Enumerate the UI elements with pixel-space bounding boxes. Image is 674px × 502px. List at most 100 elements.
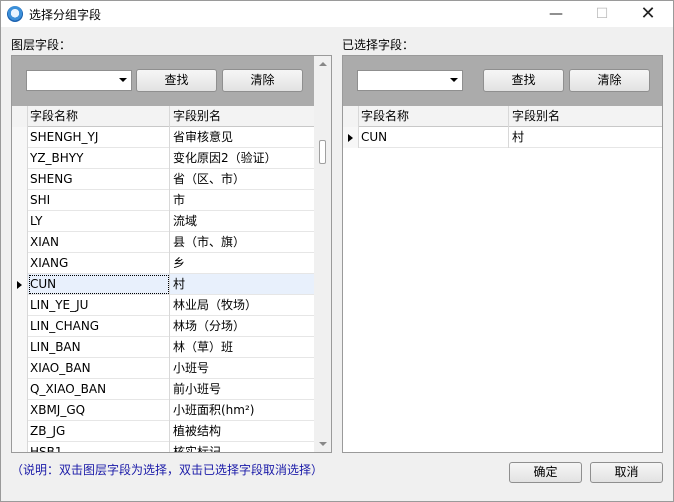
left-table-row[interactable]: SHENGH_YJ 省审核意见 [12,127,314,148]
cell-field-alias[interactable]: 流域 [170,211,314,232]
dialog-window: 选择分组字段 — ☐ ✕ 图层字段： 查找 清除 字段名称 字段别名 SHENGH_… [0,0,674,502]
layer-fields-label: 图层字段： [11,38,72,52]
column-header-field-name: 字段名称 [28,106,170,127]
row-selector[interactable] [12,106,28,127]
current-row-arrow-icon [17,281,22,289]
cell-field-alias[interactable]: 变化原因2（验证） [170,148,314,169]
title-bar: 选择分组字段 — ☐ ✕ [1,1,673,27]
row-selector[interactable] [12,253,28,274]
cell-field-name[interactable]: YZ_BHYY [28,148,170,169]
column-header-field-alias: 字段别名 [512,109,561,123]
cell-field-name[interactable]: HSB1 [28,442,170,452]
row-selector[interactable] [12,190,28,211]
cell-field-name[interactable]: Q_XIAO_BAN [28,379,170,400]
left-table-row[interactable]: XIAN 县（市、旗） [12,232,314,253]
layer-fields-panel: 查找 清除 字段名称 字段别名 SHENGH_YJ 省审核意见 YZ_BHYY 变化原因2… [11,55,332,453]
cell-field-alias[interactable]: 林场（分场） [170,316,314,337]
row-selector[interactable] [343,127,359,148]
row-selector[interactable] [343,106,359,127]
selected-fields-grid[interactable]: 字段名称 字段别名 CUN 村 [343,106,662,452]
cell-field-name[interactable]: XIAN [28,232,170,253]
cell-field-name[interactable]: LIN_YE_JU [28,295,170,316]
left-table-row[interactable]: XIAO_BAN 小班号 [12,358,314,379]
globe-icon [7,6,23,22]
cell-field-name[interactable]: LIN_CHANG [28,316,170,337]
left-field-combo[interactable] [26,70,132,91]
row-selector[interactable] [12,295,28,316]
left-table-row[interactable]: YZ_BHYY 变化原因2（验证） [12,148,314,169]
selected-fields-panel: 查找 清除 字段名称 字段别名 CUN 村 [342,55,663,453]
left-table-row[interactable]: HSB1 核实标记 [12,442,314,452]
row-selector[interactable] [12,379,28,400]
left-table-row[interactable]: Q_XIAO_BAN 前小班号 [12,379,314,400]
cell-field-alias[interactable]: 省审核意见 [170,127,314,148]
ok-button[interactable]: 确定 [509,462,582,483]
right-find-button[interactable]: 查找 [483,69,564,92]
left-table-row[interactable]: LIN_YE_JU 林业局（牧场） [12,295,314,316]
left-table-row[interactable]: CUN 村 [12,274,314,295]
scroll-up-icon[interactable] [319,62,327,66]
cell-field-name[interactable]: ZB_JG [28,421,170,442]
cell-field-alias[interactable]: 植被结构 [170,421,314,442]
right-field-combo[interactable] [357,70,463,91]
cell-field-alias[interactable]: 市 [170,190,314,211]
current-row-arrow-icon [348,134,353,142]
left-table-row[interactable]: ZB_JG 植被结构 [12,421,314,442]
right-clear-button[interactable]: 清除 [569,69,650,92]
row-selector[interactable] [12,148,28,169]
left-table-row[interactable]: SHENG 省（区、市） [12,169,314,190]
row-selector[interactable] [12,421,28,442]
cell-field-name[interactable]: SHI [28,190,170,211]
row-selector[interactable] [12,232,28,253]
cell-field-name[interactable]: XIAO_BAN [28,358,170,379]
cell-field-name[interactable]: SHENG [28,169,170,190]
row-selector[interactable] [12,337,28,358]
row-selector[interactable] [12,358,28,379]
row-selector[interactable] [12,316,28,337]
right-toolbar: 查找 清除 [343,56,662,106]
minimize-button[interactable]: — [533,1,579,27]
cell-field-alias[interactable]: 村 [170,274,314,295]
cell-field-alias[interactable]: 小班号 [170,358,314,379]
row-selector[interactable] [12,127,28,148]
cell-field-alias[interactable]: 县（市、旗） [170,232,314,253]
scroll-thumb[interactable] [319,140,326,164]
cell-field-alias[interactable]: 前小班号 [170,379,314,400]
scroll-down-icon[interactable] [319,442,327,446]
cell-field-alias[interactable]: 核实标记 [170,442,314,452]
layer-fields-grid[interactable]: 字段名称 字段别名 SHENGH_YJ 省审核意见 YZ_BHYY 变化原因2（验证） SH… [12,106,314,452]
row-selector[interactable] [12,169,28,190]
right-table-row[interactable]: CUN 村 [343,127,662,148]
cell-field-name[interactable]: XIANG [28,253,170,274]
left-table-row[interactable]: LY 流域 [12,211,314,232]
left-table-row[interactable]: LIN_CHANG 林场（分场） [12,316,314,337]
window-title: 选择分组字段 [29,8,102,22]
cell-field-name[interactable]: SHENGH_YJ [28,127,170,148]
cell-field-name[interactable]: XBMJ_GQ [28,400,170,421]
row-selector[interactable] [12,274,28,295]
cell-field-name[interactable]: CUN [359,127,509,148]
left-header-row: 字段名称 字段别名 [12,106,314,127]
cancel-button[interactable]: 取消 [590,462,663,483]
left-vertical-scrollbar[interactable] [314,56,331,452]
left-table-row[interactable]: SHI 市 [12,190,314,211]
cell-field-alias[interactable]: 林（草）班 [170,337,314,358]
cell-field-alias[interactable]: 乡 [170,253,314,274]
row-selector[interactable] [12,211,28,232]
cell-field-alias[interactable]: 村 [509,127,662,148]
left-table-row[interactable]: XIANG 乡 [12,253,314,274]
left-find-button[interactable]: 查找 [136,69,217,92]
cell-field-name[interactable]: LIN_BAN [28,337,170,358]
close-button[interactable]: ✕ [625,1,671,27]
cell-field-alias[interactable]: 省（区、市） [170,169,314,190]
cell-field-name[interactable]: CUN [28,274,170,295]
left-table-row[interactable]: LIN_BAN 林（草）班 [12,337,314,358]
left-clear-button[interactable]: 清除 [222,69,303,92]
row-selector[interactable] [12,400,28,421]
row-selector[interactable] [12,442,28,452]
left-table-row[interactable]: XBMJ_GQ 小班面积(hm²) [12,400,314,421]
cell-field-name[interactable]: LY [28,211,170,232]
cell-field-alias[interactable]: 小班面积(hm²) [170,400,314,421]
cell-field-alias[interactable]: 林业局（牧场） [170,295,314,316]
maximize-button: ☐ [595,6,609,22]
